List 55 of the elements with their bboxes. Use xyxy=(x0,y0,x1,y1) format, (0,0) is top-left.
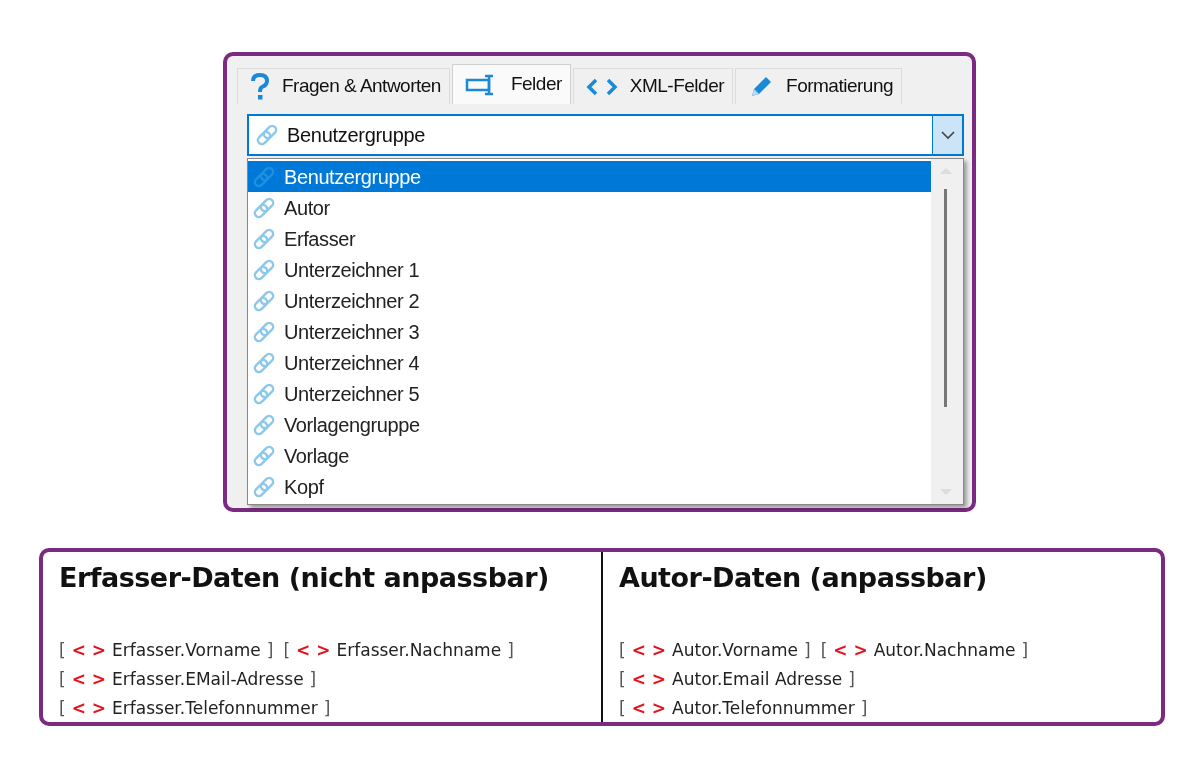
tab[interactable]: Felder xyxy=(451,64,571,104)
field-marker: < > xyxy=(71,697,107,721)
bracket: [ xyxy=(283,639,291,663)
field-marker: < > xyxy=(296,639,331,663)
tab[interactable]: Fragen & Antworten xyxy=(237,68,450,104)
dropdown-field[interactable]: Benutzergruppe xyxy=(247,114,964,156)
field-marker: < > xyxy=(71,668,107,692)
column-heading: Erfasser-Daten (nicht anpassbar) xyxy=(59,561,550,595)
dropdown-item[interactable]: Unterzeichner 3 xyxy=(248,316,931,347)
bracket: ] xyxy=(507,639,514,663)
bracket: [ xyxy=(619,639,626,663)
scroll-thumb[interactable] xyxy=(944,189,947,407)
dropdown-item[interactable]: Vorlagengruppe xyxy=(248,409,931,440)
dropdown-item[interactable]: Unterzeichner 4 xyxy=(248,347,931,378)
bracket: ] xyxy=(804,639,811,663)
dropdown-item[interactable]: Erfasser xyxy=(248,223,931,254)
field-marker: < > xyxy=(71,639,107,663)
column-heading: Autor-Daten (anpassbar) xyxy=(619,561,988,595)
dropdown-item[interactable]: Kopf xyxy=(248,471,931,502)
field-name: Autor.Nachname xyxy=(873,639,1016,663)
field-marker: < > xyxy=(631,697,667,721)
bracket: [ xyxy=(59,668,66,692)
field-name: Erfasser.EMail-Adresse xyxy=(112,668,304,692)
bracket: [ xyxy=(619,697,626,721)
bracket: [ xyxy=(820,639,828,663)
scrollbar[interactable] xyxy=(931,159,963,504)
bracket: ] xyxy=(309,668,317,692)
bracket: ] xyxy=(266,639,274,663)
bracket: [ xyxy=(619,668,626,692)
bracket: ] xyxy=(860,697,868,721)
tab[interactable]: Formatierung xyxy=(735,68,903,104)
bracket: ] xyxy=(323,697,331,721)
field-name: Autor.Telefonnummer xyxy=(672,697,855,721)
field-name: Autor.Vorname xyxy=(672,639,798,663)
field-name: Erfasser.Nachname xyxy=(336,639,502,663)
dropdown-item[interactable]: Unterzeichner 5 xyxy=(248,378,931,409)
bracket: ] xyxy=(848,668,855,692)
dropdown-item[interactable]: Unterzeichner 1 xyxy=(248,254,931,285)
field-name: Erfasser.Telefonnummer xyxy=(112,697,318,721)
bracket: [ xyxy=(59,697,66,721)
dropdown-item[interactable]: Unterzeichner 2 xyxy=(248,285,931,316)
field-marker: < > xyxy=(833,639,868,663)
bracket: [ xyxy=(59,639,66,663)
question-icon xyxy=(250,72,270,101)
dropdown-item[interactable]: Benutzergruppe xyxy=(248,161,931,192)
field-name: Autor.Email Adresse xyxy=(672,668,843,692)
tab[interactable]: XML-Felder xyxy=(572,68,734,104)
code-icon xyxy=(585,76,618,97)
field-marker: < > xyxy=(631,668,667,692)
field-name: Erfasser.Vorname xyxy=(112,639,261,663)
bracket: ] xyxy=(1021,639,1029,663)
field-marker: < > xyxy=(631,639,667,663)
dropdown-item[interactable]: Autor xyxy=(248,192,931,223)
dropdown-item[interactable]: Vorlage xyxy=(248,440,931,471)
chevron-down-icon xyxy=(939,130,956,140)
